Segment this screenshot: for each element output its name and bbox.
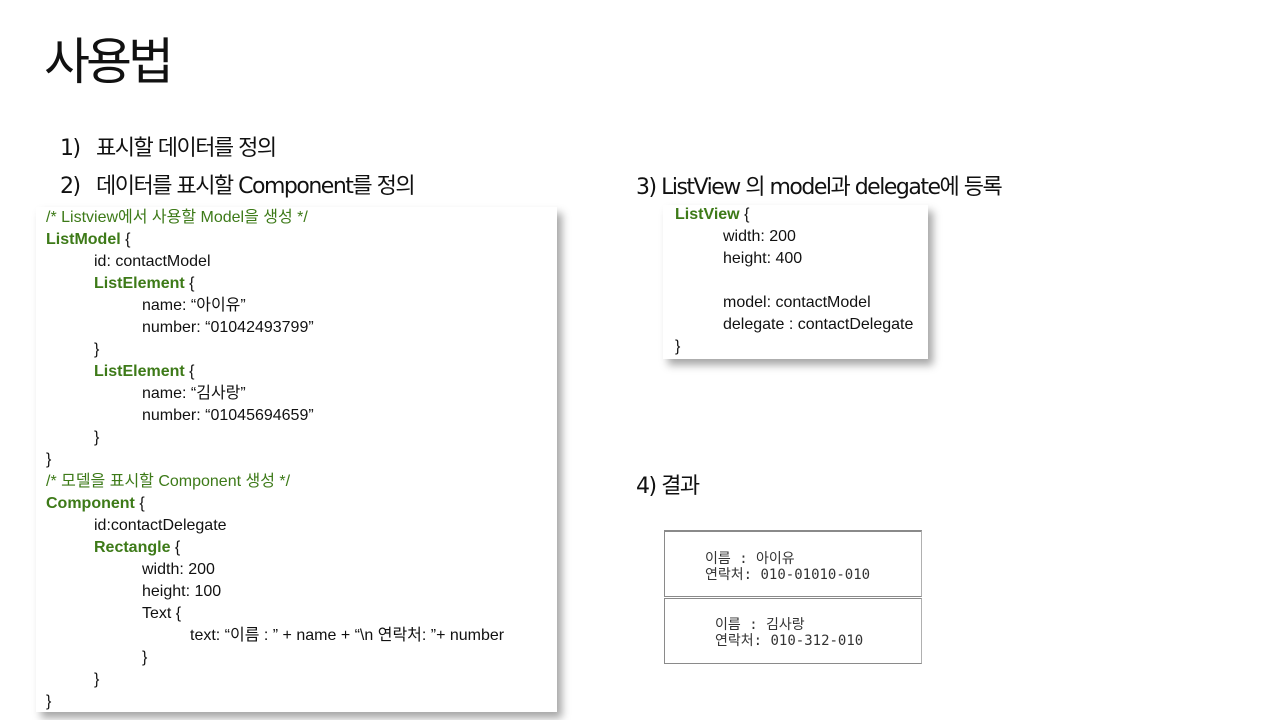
result-phone-line: 연락처: 010-312-010 <box>715 633 864 649</box>
code-keyword: ListView <box>675 206 740 223</box>
code-text: id:contactDelegate <box>94 517 227 534</box>
code-text: name: “아이유” <box>142 297 246 314</box>
code-text: { <box>184 363 195 380</box>
step-2-heading: 2) 데이터를 표시할 Component를 정의 <box>60 168 416 200</box>
code-line: ListElement { <box>94 273 194 295</box>
step-text: ListView 의 model과 delegate에 등록 <box>661 175 1003 200</box>
code-comment: /* Listview에서 사용할 Model을 생성 */ <box>46 209 308 226</box>
code-line: number: “01042493799” <box>142 317 314 339</box>
code-text: text: “이름 : ” + name + “\n 연락처: ”+ numbe… <box>190 627 505 644</box>
code-line: } <box>94 427 99 449</box>
code-text: } <box>94 671 100 688</box>
code-line: Text { <box>142 603 181 625</box>
step-text: 데이터를 표시할 Component를 정의 <box>96 174 416 199</box>
slide-title: 사용법 <box>44 33 174 91</box>
step-1-heading: 1) 표시할 데이터를 정의 <box>60 130 277 162</box>
code-line: height: 100 <box>142 581 221 603</box>
code-text: { <box>739 206 750 223</box>
list-item: 이름 : 아이유 연락처: 010-01010-010 <box>664 530 922 597</box>
code-block-model-delegate: /* Listview에서 사용할 Model을 생성 */ ListModel … <box>36 207 557 712</box>
code-keyword: Rectangle <box>94 539 171 556</box>
code-line: ListView { <box>675 204 749 226</box>
step-text: 표시할 데이터를 정의 <box>96 136 277 161</box>
code-keyword: Component <box>46 495 135 512</box>
code-block-listview: ListView { width: 200 height: 400 model: co… <box>663 205 928 359</box>
code-line: width: 200 <box>723 226 796 248</box>
code-line: id:contactDelegate <box>94 515 227 537</box>
code-line: } <box>94 669 99 691</box>
code-text: } <box>94 341 100 358</box>
code-text: width: 200 <box>142 561 215 578</box>
code-line: id: contactModel <box>94 251 211 273</box>
code-text: delegate : contactDelegate <box>723 316 914 333</box>
code-line: height: 400 <box>723 248 802 270</box>
step-number: 1) <box>60 136 81 161</box>
code-comment: /* 모델을 표시할 Component 생성 */ <box>46 473 291 490</box>
code-line: /* Listview에서 사용할 Model을 생성 */ <box>46 207 308 229</box>
code-line: } <box>675 336 680 358</box>
step-text: 결과 <box>661 474 700 499</box>
code-text: name: “김사랑” <box>142 385 246 402</box>
code-text: } <box>46 451 52 468</box>
code-line: } <box>46 691 51 713</box>
code-text: number: “01042493799” <box>142 319 314 336</box>
result-preview: 이름 : 아이유 연락처: 010-01010-010 이름 : 김사랑 연락처… <box>664 530 928 664</box>
step-number: 2) <box>60 174 81 199</box>
code-text: } <box>46 693 52 710</box>
step-number: 3) <box>636 175 657 200</box>
code-text: Text { <box>142 605 182 622</box>
step-4-heading: 4) 결과 <box>636 468 700 500</box>
code-text: { <box>170 539 181 556</box>
code-line: } <box>142 647 147 669</box>
code-text: { <box>134 495 145 512</box>
code-text: id: contactModel <box>94 253 211 270</box>
result-phone-line: 연락처: 010-01010-010 <box>705 567 871 583</box>
code-line: ListElement { <box>94 361 194 383</box>
code-line: text: “이름 : ” + name + “\n 연락처: ”+ numbe… <box>190 625 504 647</box>
code-keyword: ListModel <box>46 231 121 248</box>
code-line: } <box>46 449 51 471</box>
code-line: width: 200 <box>142 559 215 581</box>
code-text: { <box>120 231 131 248</box>
code-text: height: 100 <box>142 583 222 600</box>
code-keyword: ListElement <box>94 275 185 292</box>
code-text: { <box>184 275 195 292</box>
code-line: number: “01045694659” <box>142 405 314 427</box>
code-text: } <box>94 429 100 446</box>
code-text: } <box>142 649 148 666</box>
code-text: width: 200 <box>723 228 796 245</box>
code-text: model: contactModel <box>723 294 871 311</box>
code-line: name: “김사랑” <box>142 383 246 405</box>
code-line: delegate : contactDelegate <box>723 314 913 336</box>
code-line: ListModel { <box>46 229 130 251</box>
code-text: number: “01045694659” <box>142 407 314 424</box>
code-text: height: 400 <box>723 250 803 267</box>
code-line: Rectangle { <box>94 537 180 559</box>
code-keyword: ListElement <box>94 363 185 380</box>
list-item: 이름 : 김사랑 연락처: 010-312-010 <box>664 598 922 664</box>
code-line: name: “아이유” <box>142 295 246 317</box>
code-line: model: contactModel <box>723 292 871 314</box>
code-line: } <box>94 339 99 361</box>
step-number: 4) <box>636 474 657 499</box>
code-text: } <box>675 338 681 355</box>
code-line: /* 모델을 표시할 Component 생성 */ <box>46 471 290 493</box>
code-line: Component { <box>46 493 145 515</box>
step-3-heading: 3) ListView 의 model과 delegate에 등록 <box>636 169 1003 201</box>
